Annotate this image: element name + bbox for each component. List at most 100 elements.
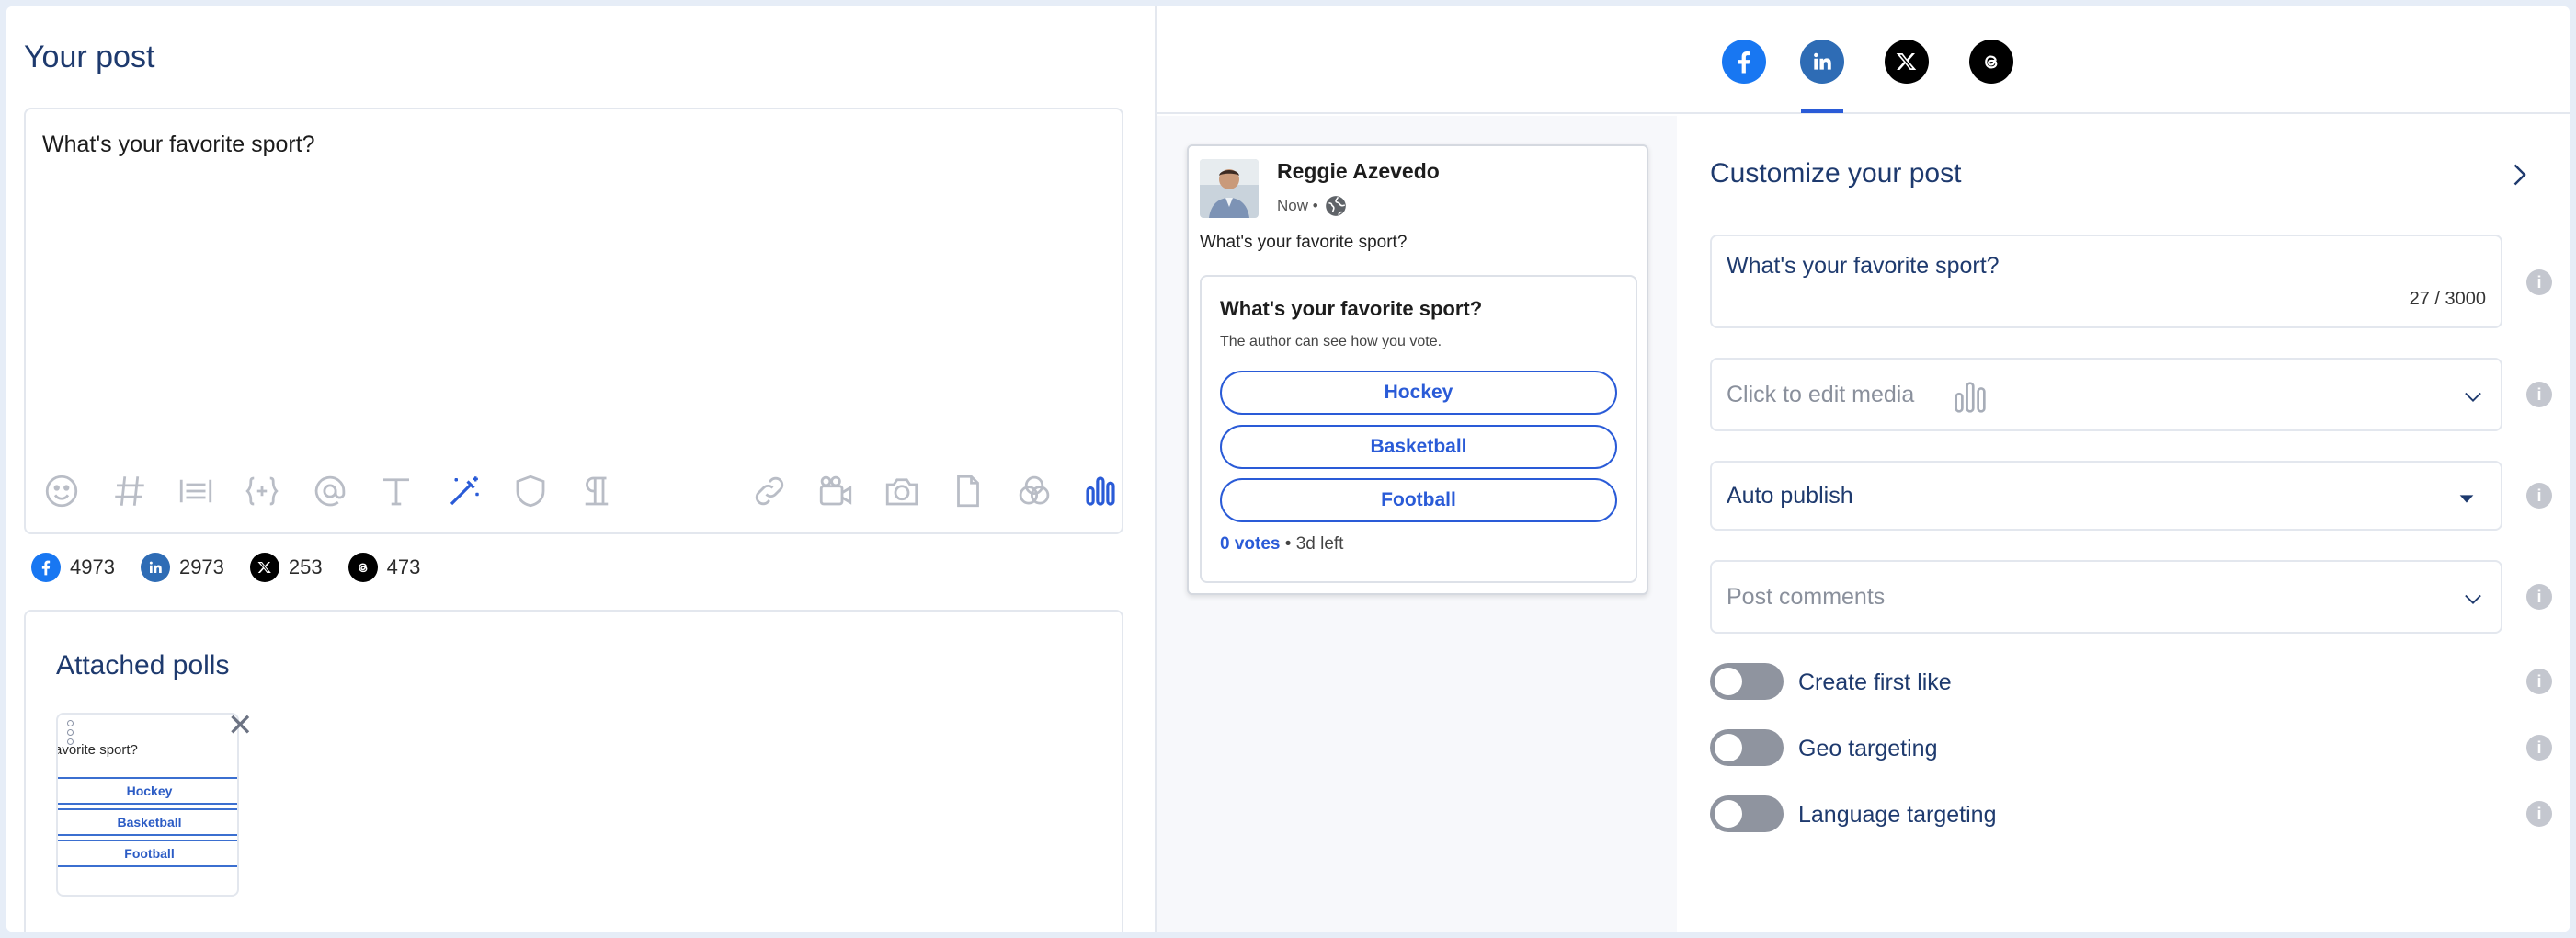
chevron-down-icon: [2465, 594, 2481, 604]
document-icon[interactable]: [945, 468, 991, 514]
post-editor[interactable]: What's your favorite sport?: [24, 108, 1123, 534]
variable-icon[interactable]: [239, 468, 285, 514]
attached-polls-title: Attached polls: [56, 650, 230, 681]
tab-linkedin[interactable]: [1800, 40, 1844, 84]
facebook-count: 4973: [31, 553, 115, 582]
preview-panel: Reggie Azevedo Now • What's your favorit…: [1157, 6, 2570, 932]
publish-mode-select[interactable]: Auto publish: [1710, 461, 2502, 531]
caret-down-icon: [2459, 495, 2474, 503]
chevron-right-icon[interactable]: [2502, 158, 2536, 196]
network-char-counts: 4973 2973 253 473: [31, 549, 446, 586]
threads-icon: [1985, 55, 1998, 69]
geo-targeting-label: Geo targeting: [1798, 736, 1938, 761]
facebook-icon: [1738, 51, 1750, 74]
post-text[interactable]: What's your favorite sport?: [42, 132, 315, 158]
x-icon: [249, 553, 279, 582]
x-count-value: 253: [288, 555, 323, 578]
editor-toolbar: [26, 468, 1122, 514]
poll-icon[interactable]: [1077, 468, 1123, 514]
first-like-info-icon[interactable]: i: [2526, 669, 2552, 694]
magic-wand-icon[interactable]: [441, 468, 487, 514]
filter-circles-icon[interactable]: [1011, 468, 1057, 514]
geo-targeting-toggle[interactable]: [1710, 729, 1784, 766]
text-block-icon[interactable]: [173, 468, 219, 514]
publish-info-icon[interactable]: i: [2526, 483, 2552, 509]
preview-poll: What's your favorite sport? The author c…: [1200, 275, 1637, 583]
post-comments-select[interactable]: Post comments: [1710, 560, 2502, 634]
media-placeholder: Click to edit media: [1727, 382, 1915, 407]
customize-title: Customize your post: [1710, 158, 1962, 189]
linkedin-icon: [140, 553, 170, 582]
poll-question: What's your favorite sport?: [1220, 297, 1483, 320]
tab-threads[interactable]: [1969, 40, 2013, 84]
remove-poll-close-icon[interactable]: ✕: [227, 707, 254, 744]
camera-icon[interactable]: [879, 468, 925, 514]
poll-subtitle: The author can see how you vote.: [1220, 334, 1442, 349]
post-preview-card: Reggie Azevedo Now • What's your favorit…: [1187, 144, 1648, 595]
mention-icon[interactable]: [307, 468, 353, 514]
poll-option-basketball[interactable]: Basketball: [1220, 425, 1617, 469]
author-name: Reggie Azevedo: [1277, 159, 1440, 183]
post-meta: Now •: [1277, 194, 1348, 218]
customize-panel: Customize your post What's your favorite…: [1677, 116, 2570, 932]
text-format-icon[interactable]: [373, 468, 419, 514]
tab-facebook[interactable]: [1722, 40, 1766, 84]
thumb-option: Football: [58, 840, 237, 867]
language-targeting-toggle[interactable]: [1710, 795, 1784, 832]
poll-option-hockey[interactable]: Hockey: [1220, 371, 1617, 415]
shield-icon[interactable]: [507, 468, 553, 514]
media-info-icon[interactable]: i: [2526, 382, 2552, 407]
chevron-down-icon: [2465, 392, 2481, 402]
app-frame: Your post What's your favorite sport? 49…: [6, 6, 2570, 932]
facebook-icon: [31, 553, 61, 582]
globe-icon: [1325, 196, 1346, 216]
link-icon[interactable]: [747, 468, 792, 514]
hashtag-icon[interactable]: [107, 468, 153, 514]
active-tab-indicator: [1801, 109, 1843, 113]
video-icon[interactable]: [813, 468, 859, 514]
poll-option-football[interactable]: Football: [1220, 478, 1617, 522]
poll-votes: 0 votes: [1220, 534, 1281, 554]
thumb-option: Hockey: [58, 777, 237, 805]
x-count: 253: [249, 553, 323, 582]
paragraph-icon[interactable]: [574, 468, 620, 514]
poll-time-left: • 3d left: [1280, 534, 1344, 554]
language-targeting-label: Language targeting: [1798, 802, 1997, 828]
poll-chart-icon: [1955, 382, 1986, 413]
facebook-count-value: 4973: [70, 555, 115, 578]
x-icon: [1896, 53, 1917, 70]
attached-polls-section: Attached polls avorite sport? Hockey Bas…: [24, 610, 1123, 932]
first-like-toggle[interactable]: [1710, 663, 1784, 700]
threads-count-value: 473: [386, 555, 421, 578]
drag-handle-icon[interactable]: [67, 720, 76, 745]
comments-placeholder: Post comments: [1727, 584, 1886, 610]
avatar: [1200, 159, 1259, 218]
custom-text-field[interactable]: What's your favorite sport? 27 / 3000: [1710, 234, 2502, 328]
media-select[interactable]: Click to edit media: [1710, 358, 2502, 431]
first-like-label: Create first like: [1798, 669, 1952, 695]
post-time: Now •: [1277, 197, 1318, 214]
linkedin-preview-area: Reggie Azevedo Now • What's your favorit…: [1157, 116, 1677, 932]
tab-x[interactable]: [1885, 40, 1929, 84]
threads-icon: [348, 553, 378, 582]
language-info-icon[interactable]: i: [2526, 801, 2552, 827]
post-editor-panel: Your post What's your favorite sport? 49…: [6, 6, 1157, 932]
linkedin-icon: [1814, 52, 1831, 70]
publish-mode-value: Auto publish: [1727, 483, 1853, 509]
linkedin-count-value: 2973: [178, 555, 224, 578]
text-info-icon[interactable]: i: [2526, 269, 2552, 295]
threads-count: 473: [348, 553, 421, 582]
char-counter: 27 / 3000: [2409, 289, 2486, 309]
emoji-icon[interactable]: [39, 468, 85, 514]
page-title: Your post: [24, 40, 155, 74]
network-tabs: [1157, 6, 2570, 114]
linkedin-count: 2973: [140, 553, 224, 582]
preview-post-text: What's your favorite sport?: [1200, 233, 1408, 252]
poll-thumbnail[interactable]: avorite sport? Hockey Basketball Footbal…: [56, 713, 239, 897]
geo-info-icon[interactable]: i: [2526, 735, 2552, 761]
comments-info-icon[interactable]: i: [2526, 584, 2552, 610]
poll-footer: 0 votes • 3d left: [1220, 534, 1343, 555]
thumb-option: Basketball: [58, 808, 237, 836]
thumb-question: avorite sport?: [56, 742, 138, 758]
custom-text-value[interactable]: What's your favorite sport?: [1727, 253, 2000, 280]
